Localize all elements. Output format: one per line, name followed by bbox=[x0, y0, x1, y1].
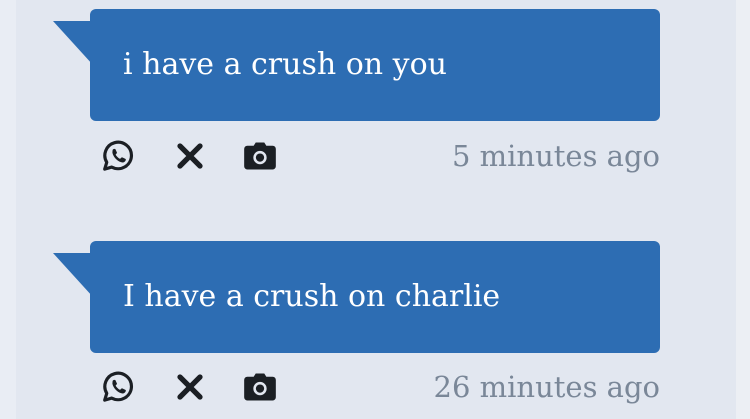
scrollbar-track[interactable] bbox=[736, 0, 750, 419]
close-icon[interactable] bbox=[170, 367, 210, 407]
message-bubble[interactable]: I have a crush on charlie bbox=[90, 241, 660, 353]
message-bubble[interactable]: i have a crush on you bbox=[90, 9, 660, 121]
close-icon[interactable] bbox=[170, 136, 210, 176]
whatsapp-icon[interactable] bbox=[98, 136, 138, 176]
message-text: I have a crush on charlie bbox=[123, 279, 501, 314]
left-margin bbox=[0, 0, 16, 419]
message-actions: 5 minutes ago bbox=[98, 136, 660, 180]
message-timestamp: 5 minutes ago bbox=[451, 139, 660, 173]
bubble-tail bbox=[53, 253, 93, 297]
camera-icon[interactable] bbox=[240, 136, 280, 176]
bubble-tail bbox=[53, 21, 93, 65]
message-actions: 26 minutes ago bbox=[98, 367, 660, 411]
camera-icon[interactable] bbox=[240, 367, 280, 407]
message-timestamp: 26 minutes ago bbox=[433, 370, 660, 404]
message-text: i have a crush on you bbox=[123, 47, 447, 82]
whatsapp-icon[interactable] bbox=[98, 367, 138, 407]
